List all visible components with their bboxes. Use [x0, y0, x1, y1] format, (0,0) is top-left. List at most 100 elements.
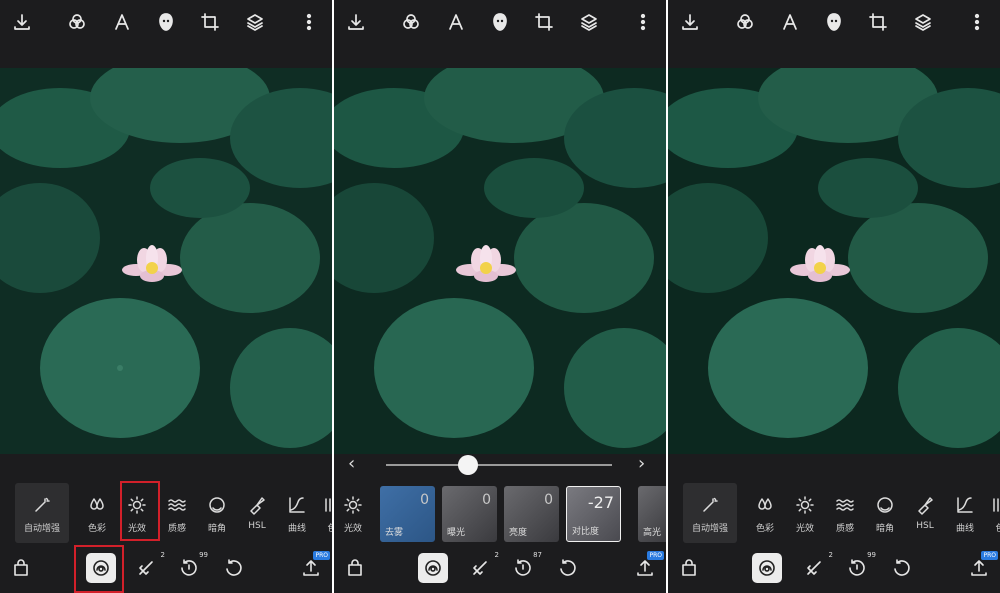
- tool-label: HSL: [248, 521, 266, 531]
- slider-right-arrow[interactable]: ›: [638, 454, 645, 474]
- history-icon[interactable]: 99: [844, 551, 876, 581]
- tool-label: 自动增强: [23, 524, 60, 534]
- adjust-slider[interactable]: ‹ ›: [334, 452, 666, 478]
- tool-label: 色: [995, 524, 1000, 534]
- layers-icon[interactable]: [578, 11, 600, 33]
- card-label: 去雾: [385, 528, 404, 538]
- download-icon[interactable]: [679, 11, 701, 33]
- download-icon[interactable]: [11, 11, 33, 33]
- tool-texture[interactable]: 质感: [164, 483, 190, 543]
- pro-badge: PRO: [647, 551, 664, 560]
- tool-auto-enhance[interactable]: 自动增强: [683, 483, 737, 543]
- slider-left-arrow[interactable]: ‹: [348, 454, 355, 474]
- card-brightness[interactable]: 0 亮度: [504, 486, 559, 542]
- tool-hsl[interactable]: HSL: [244, 483, 270, 543]
- card-value: 0: [482, 492, 491, 508]
- top-toolbar: [668, 0, 1000, 68]
- face-icon[interactable]: [823, 11, 845, 33]
- brush-icon: [915, 493, 935, 517]
- tool-vignette[interactable]: 暗角: [872, 483, 898, 543]
- vignette-icon: [207, 493, 227, 517]
- tool-curves[interactable]: 曲线: [952, 483, 978, 543]
- face-icon[interactable]: [489, 11, 511, 33]
- drops-icon: [755, 493, 775, 517]
- pro-badge: PRO: [981, 551, 998, 560]
- card-highlights[interactable]: 高光: [638, 486, 666, 542]
- sun-icon: [795, 493, 815, 517]
- text-icon[interactable]: [111, 11, 133, 33]
- card-label: 曝光: [447, 528, 466, 538]
- tool-row: 自动增强 色彩 光效 质感 暗角 HSL 曲线 色: [668, 483, 1000, 543]
- undo-icon[interactable]: [220, 555, 246, 581]
- waves-icon: [835, 493, 855, 517]
- tool-label: 暗角: [875, 524, 894, 534]
- layers-icon[interactable]: [244, 11, 266, 33]
- tool-curves[interactable]: 曲线: [284, 483, 310, 543]
- tool-label: 曲线: [955, 524, 974, 534]
- more-icon[interactable]: [298, 11, 320, 33]
- editor-panel-1: 自动增强 色彩 光效 质感 暗角 HSL 曲线 色 2 99 PRO: [0, 0, 332, 593]
- card-label: 高光: [643, 528, 662, 538]
- text-icon[interactable]: [779, 11, 801, 33]
- bag-icon[interactable]: [342, 555, 368, 581]
- text-icon[interactable]: [445, 11, 467, 33]
- card-dehaze[interactable]: 0 去雾: [380, 486, 435, 542]
- export-icon[interactable]: PRO: [966, 551, 998, 581]
- filters-icon[interactable]: [734, 11, 756, 33]
- tool-color-partial[interactable]: 色: [990, 483, 1000, 543]
- tool-row: 自动增强 色彩 光效 质感 暗角 HSL 曲线 色: [0, 483, 332, 543]
- bottom-toolbar: 2 99 PRO: [668, 543, 1000, 593]
- slider-thumb[interactable]: [458, 455, 478, 475]
- tool-vignette[interactable]: 暗角: [204, 483, 230, 543]
- lotus-photo: [0, 68, 332, 454]
- export-icon[interactable]: PRO: [298, 551, 330, 581]
- brush-icon: [247, 493, 267, 517]
- tool-hsl[interactable]: HSL: [912, 483, 938, 543]
- heal-icon[interactable]: 2: [467, 551, 499, 581]
- history-icon[interactable]: 87: [510, 551, 542, 581]
- tool-light[interactable]: 光效: [792, 483, 818, 543]
- tune-icon[interactable]: [752, 553, 782, 583]
- badge: 2: [494, 551, 499, 559]
- layers-icon[interactable]: [912, 11, 934, 33]
- crop-icon[interactable]: [867, 11, 889, 33]
- tool-color[interactable]: 色彩: [752, 483, 778, 543]
- undo-icon[interactable]: [554, 555, 580, 581]
- crop-icon[interactable]: [533, 11, 555, 33]
- more-icon[interactable]: [632, 11, 654, 33]
- export-icon[interactable]: PRO: [632, 551, 664, 581]
- tool-auto-enhance[interactable]: 自动增强: [15, 483, 69, 543]
- history-icon[interactable]: 99: [176, 551, 208, 581]
- filters-icon[interactable]: [400, 11, 422, 33]
- tune-icon[interactable]: [418, 553, 448, 583]
- more-icon[interactable]: [966, 11, 988, 33]
- badge: 99: [199, 551, 208, 559]
- bag-icon[interactable]: [676, 555, 702, 581]
- tool-texture[interactable]: 质感: [832, 483, 858, 543]
- bag-icon[interactable]: [8, 555, 34, 581]
- heal-icon[interactable]: 2: [801, 551, 833, 581]
- card-contrast[interactable]: -27 对比度: [566, 486, 621, 542]
- heal-icon[interactable]: 2: [133, 551, 165, 581]
- highlight-box-light: [120, 481, 160, 541]
- top-toolbar: [0, 0, 332, 68]
- tool-label: 暗角: [207, 524, 226, 534]
- badge: 2: [160, 551, 165, 559]
- crop-icon[interactable]: [199, 11, 221, 33]
- face-icon[interactable]: [155, 11, 177, 33]
- lotus-photo: [668, 68, 1000, 454]
- card-exposure[interactable]: 0 曝光: [442, 486, 497, 542]
- tool-color-partial[interactable]: 色: [322, 483, 332, 543]
- palette-icon: [990, 493, 1000, 517]
- slider-track[interactable]: [386, 464, 612, 466]
- tool-label: 曲线: [287, 524, 306, 534]
- tool-label: 质感: [167, 524, 186, 534]
- tool-color[interactable]: 色彩: [84, 483, 110, 543]
- filters-icon[interactable]: [66, 11, 88, 33]
- undo-icon[interactable]: [888, 555, 914, 581]
- magic-wand-icon: [32, 493, 52, 517]
- download-icon[interactable]: [345, 11, 367, 33]
- tool-label: 色彩: [87, 524, 106, 534]
- top-toolbar: [334, 0, 666, 68]
- tool-label: 色: [327, 524, 332, 534]
